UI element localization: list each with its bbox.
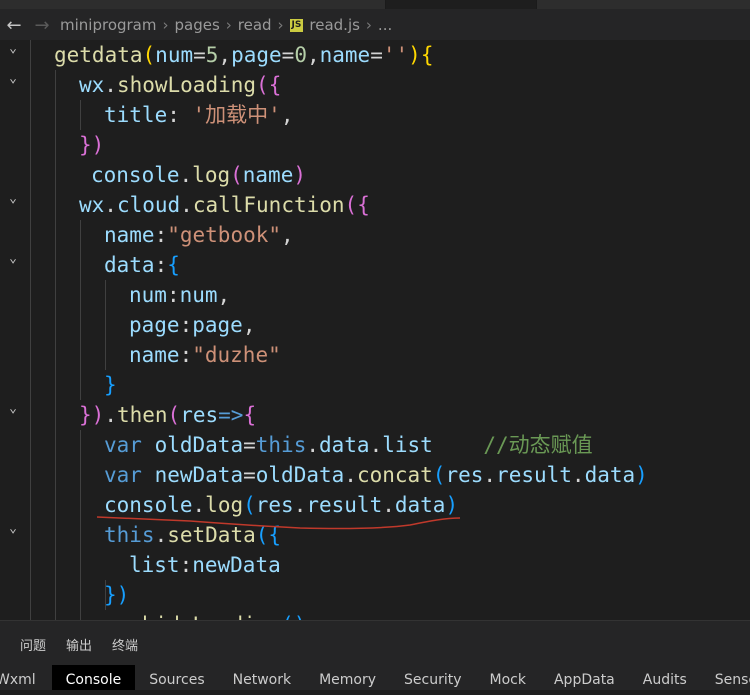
tab-sensor[interactable]: Sensor: [701, 665, 750, 690]
tab-problems[interactable]: 问题: [20, 635, 46, 654]
tab-appdata[interactable]: AppData: [540, 665, 629, 690]
tab-wxml[interactable]: Wxml: [0, 665, 52, 690]
tab-console[interactable]: Console: [51, 665, 136, 690]
tab-memory[interactable]: Memory: [305, 665, 390, 690]
tab-mock[interactable]: Mock: [476, 665, 540, 690]
bottom-panel: 问题 输出 终端 Wxml Console Sources Network Me…: [0, 620, 750, 690]
tab-output[interactable]: 输出: [66, 635, 92, 654]
annotation-underline: [96, 516, 461, 530]
tab-audits[interactable]: Audits: [629, 665, 701, 690]
devtools-tabs: Wxml Console Sources Network Memory Secu…: [0, 665, 750, 690]
tab-network[interactable]: Network: [219, 665, 305, 690]
tab-sources[interactable]: Sources: [135, 665, 218, 690]
tab-terminal[interactable]: 终端: [112, 635, 138, 654]
tab-security[interactable]: Security: [390, 665, 476, 690]
panel-tabs: 问题 输出 终端: [20, 635, 138, 654]
